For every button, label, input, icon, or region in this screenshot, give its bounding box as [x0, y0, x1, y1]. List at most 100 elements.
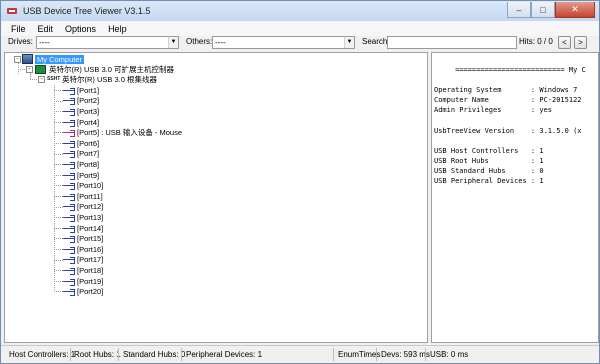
tree-node-port[interactable]: [Port16]: [63, 244, 103, 255]
hits-counter: Hits: 0 / 0: [519, 37, 553, 46]
tree-node-port[interactable]: [Port12]: [63, 202, 103, 213]
tree-node-port[interactable]: [Port6]: [63, 138, 99, 149]
status-host-controllers: Host Controllers: 1: [9, 350, 76, 359]
tree-node-port[interactable]: [Port2]: [63, 96, 99, 107]
tree-connector: [18, 69, 25, 70]
tree-connector: [54, 291, 63, 293]
info-line: [434, 75, 586, 85]
usb-port-icon: [63, 225, 75, 233]
usb-port-icon: [63, 172, 75, 180]
tree-node-port[interactable]: [Port18]: [63, 265, 103, 276]
tree-node-label: [Port3]: [77, 106, 100, 116]
tree-node-port[interactable]: [Port19]: [63, 276, 103, 287]
status-divider: [181, 348, 182, 361]
info-line: USB Host Controllers : 1: [434, 146, 544, 155]
search-input[interactable]: [387, 36, 517, 49]
drives-value: ----: [39, 38, 50, 47]
tree-node-label: [Port11]: [77, 191, 103, 201]
tree-connector: [30, 79, 37, 80]
collapse-toggle[interactable]: -: [14, 56, 21, 63]
tree-node-port[interactable]: [Port4]: [63, 117, 99, 128]
tree-node-label: [Port9]: [77, 170, 100, 180]
tree-node-port[interactable]: [Port14]: [63, 223, 103, 234]
tree-connector: [54, 164, 63, 166]
tree-node-root-hub[interactable]: SSHT 英特尔(R) USB 3.0 根集线器: [47, 74, 157, 85]
menu-edit[interactable]: Edit: [32, 24, 60, 34]
menu-file[interactable]: File: [5, 24, 32, 34]
tree-node-label: 英特尔(R) USB 3.0 根集线器: [62, 74, 158, 84]
window-controls: – □ ✕: [507, 2, 595, 18]
usb-port-icon: [63, 108, 75, 116]
menu-bar: File Edit Options Help: [1, 21, 599, 36]
usb-port-icon: [63, 256, 75, 265]
tree-node-port[interactable]: [Port20]: [63, 286, 103, 297]
collapse-toggle[interactable]: -: [38, 76, 45, 83]
info-line: Admin Privileges : yes: [434, 106, 553, 115]
tree-node-port[interactable]: [Port7]: [63, 149, 99, 160]
minimize-button[interactable]: –: [507, 2, 531, 18]
info-line: USB Standard Hubs : 0: [434, 167, 544, 176]
search-label: Search:: [362, 37, 390, 46]
others-dropdown[interactable]: ---- ▼: [212, 36, 355, 49]
usb-port-icon: [63, 235, 75, 244]
usb-port-icon: [63, 288, 75, 297]
status-divider: [333, 348, 334, 361]
usb-port-icon: [63, 203, 75, 212]
close-button[interactable]: ✕: [555, 2, 595, 18]
status-enum-times: EnumTimes: [338, 350, 381, 359]
status-devs-time: Devs: 593 ms: [381, 350, 430, 359]
usb-port-icon: [63, 193, 75, 201]
tree-connector: [54, 217, 63, 219]
status-divider: [118, 348, 119, 361]
tree-node-port[interactable]: [Port13]: [63, 212, 103, 223]
drives-label: Drives:: [8, 37, 33, 46]
tree-node-port[interactable]: [Port15]: [63, 233, 103, 244]
tree-node-label: [Port1]: [77, 85, 100, 95]
others-value: ----: [215, 38, 226, 47]
chevron-down-icon: ▼: [168, 37, 178, 48]
info-pane[interactable]: ========================== My C Operating…: [431, 52, 599, 343]
tree-node-port[interactable]: [Port10]: [63, 180, 103, 191]
menu-help[interactable]: Help: [102, 24, 133, 34]
maximize-button[interactable]: □: [531, 2, 555, 18]
title-bar[interactable]: USB Device Tree Viewer V3.1.5 – □ ✕: [1, 1, 599, 21]
tree-node-label: My Computer: [35, 54, 85, 64]
tree-node-port[interactable]: [Port1]: [63, 85, 99, 96]
tree-connector: [54, 280, 63, 282]
tree-node-port[interactable]: [Port17]: [63, 255, 103, 266]
tree-node-port[interactable]: [Port3]: [63, 106, 99, 117]
window-title: USB Device Tree Viewer V3.1.5: [23, 6, 151, 16]
tree-connector: [54, 90, 63, 91]
tree-connector: [54, 196, 63, 197]
tree-node-label: [Port7]: [77, 149, 100, 159]
tree-node-port[interactable]: [Port11]: [63, 191, 103, 202]
tree-node-label: [Port5] : USB 输入设备 - Mouse: [77, 128, 183, 138]
tree-node-label: [Port13]: [77, 212, 104, 222]
tree-node-label: [Port12]: [77, 202, 104, 212]
usb-port-icon: [63, 246, 75, 254]
tree-node-label: [Port6]: [77, 138, 100, 148]
menu-options[interactable]: Options: [59, 24, 102, 34]
usb-port-icon: [63, 87, 75, 95]
status-divider: [376, 348, 377, 361]
tree-node-label: [Port17]: [77, 255, 104, 265]
next-hit-button[interactable]: >: [574, 36, 587, 49]
drives-dropdown[interactable]: ---- ▼: [36, 36, 179, 49]
usb-port-icon: [63, 214, 75, 222]
tree-node-port[interactable]: [Port5] : USB 输入设备 - Mouse: [63, 127, 182, 138]
usb-port-icon: [63, 119, 75, 127]
tree-node-label: [Port10]: [77, 181, 104, 191]
prev-hit-button[interactable]: <: [558, 36, 571, 49]
info-line: [434, 55, 586, 65]
tree-node-label: [Port19]: [77, 276, 104, 286]
usb-port-icon: [63, 140, 75, 148]
tree-connector: [54, 143, 63, 144]
collapse-toggle[interactable]: -: [26, 66, 33, 73]
device-tree[interactable]: - My Computer - 英特尔(R) USB 3.0 可扩展主机控制器 …: [4, 52, 428, 343]
status-standard-hubs: Standard Hubs: 0: [123, 350, 186, 359]
info-line: USB Root Hubs : 1: [434, 156, 544, 165]
tree-node-port[interactable]: [Port8]: [63, 159, 99, 170]
tree-node-port[interactable]: [Port9]: [63, 170, 99, 181]
tree-node-label: [Port18]: [77, 265, 104, 275]
usb-port-icon: [63, 150, 75, 159]
